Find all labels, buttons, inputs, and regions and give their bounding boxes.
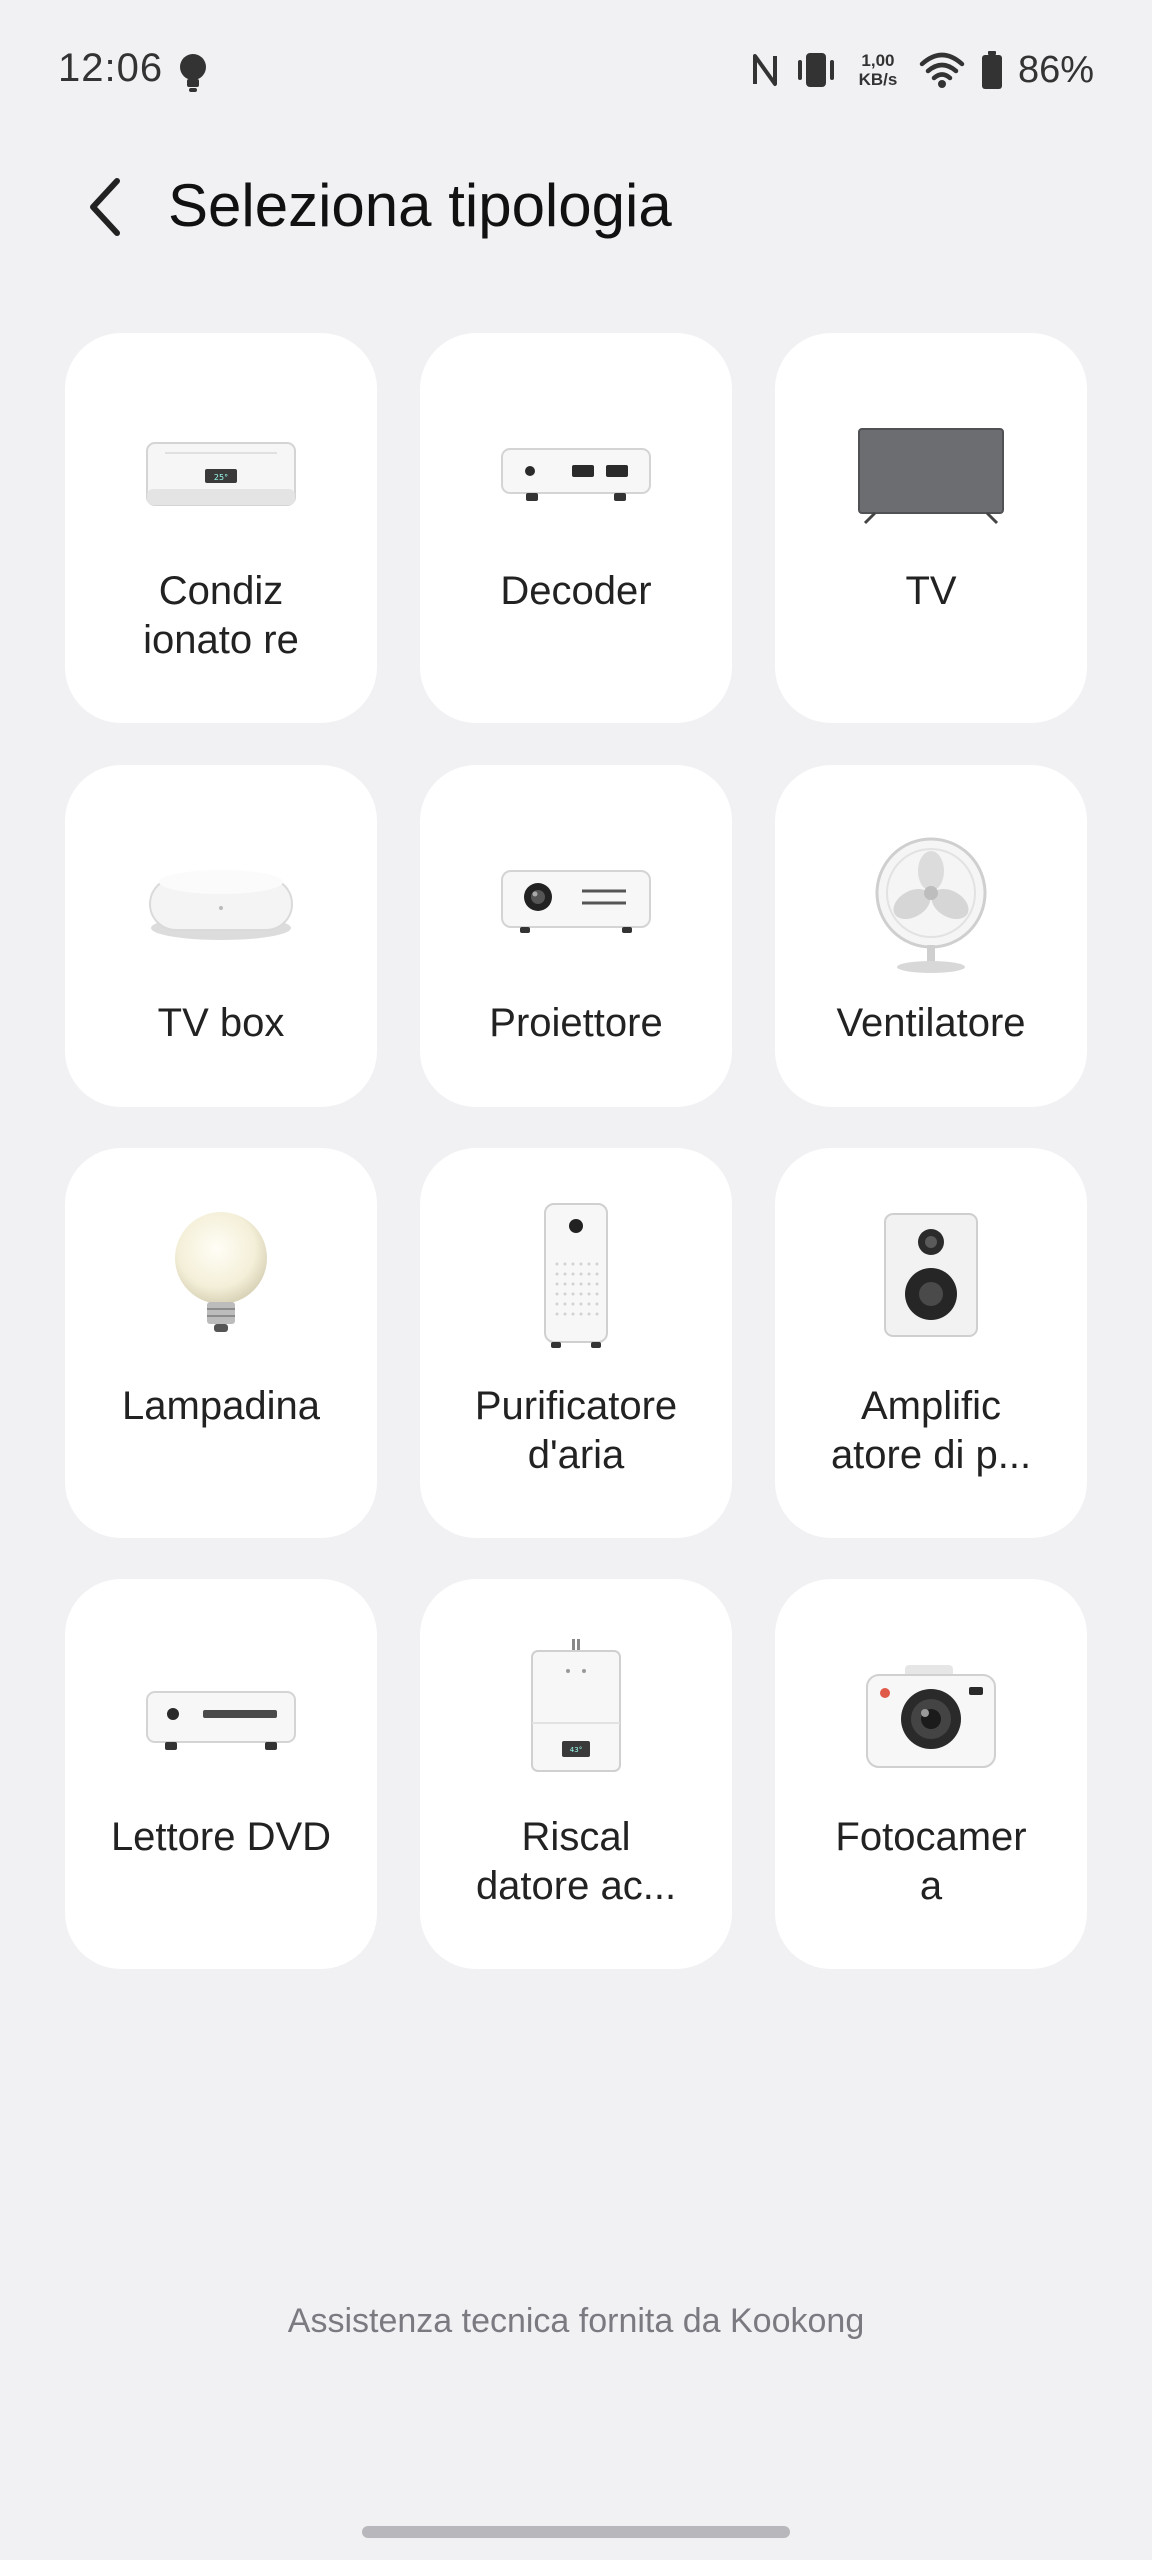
- svg-text:43°: 43°: [570, 1746, 582, 1754]
- svg-text:25°: 25°: [214, 473, 228, 482]
- footer-credit: Assistenza tecnica fornita da Kookong: [287, 2302, 865, 2340]
- air-purifier-icon: [544, 1203, 608, 1348]
- chevron-left-icon: [90, 178, 120, 236]
- battery-percent: 86%: [1017, 48, 1094, 91]
- projector-icon: [501, 870, 651, 933]
- home-indicator[interactable]: [362, 2526, 790, 2538]
- bulb-icon: [180, 54, 206, 92]
- device-card-label: Ventilatore: [836, 1001, 1026, 1045]
- device-card-label: Purificatore d'aria: [474, 1384, 678, 1477]
- device-card-speaker[interactable]: Amplific atore di p...: [775, 1148, 1087, 1538]
- device-card-water-heater[interactable]: 43° Riscal datore ac...: [420, 1579, 732, 1969]
- device-card-label: TV box: [157, 1001, 285, 1045]
- device-card-label: Lettore DVD: [110, 1815, 332, 1859]
- nfc-icon: [752, 54, 777, 86]
- air-conditioner-icon: 25°: [146, 442, 296, 506]
- dvd-player-icon: [146, 1691, 296, 1750]
- back-button[interactable]: [70, 172, 140, 242]
- status-icons: 1,00 KB/s 86%: [750, 44, 1094, 96]
- network-speed: 1,00 KB/s: [852, 51, 904, 89]
- header: Seleziona tipologia: [0, 140, 1152, 270]
- device-card-light-bulb[interactable]: Lampadina: [65, 1148, 377, 1538]
- status-time: 12:06: [58, 46, 164, 90]
- decoder-icon: [501, 448, 651, 501]
- fan-icon: [875, 837, 987, 973]
- network-speed-unit: KB/s: [858, 70, 898, 89]
- device-card-label: Riscal datore ac...: [475, 1815, 677, 1908]
- wifi-icon: [919, 52, 965, 88]
- device-card-label: Lampadina: [122, 1384, 320, 1428]
- device-card-dvd-player[interactable]: Lettore DVD: [65, 1579, 377, 1969]
- page-title: Seleziona tipologia: [168, 172, 672, 239]
- light-bulb-icon: [175, 1212, 267, 1332]
- tv-icon: [858, 428, 1004, 525]
- device-card-air-purifier[interactable]: Purificatore d'aria: [420, 1148, 732, 1538]
- camera-icon: [866, 1665, 996, 1768]
- device-card-tv[interactable]: TV: [775, 333, 1087, 723]
- device-card-air-conditioner[interactable]: 25° Condiz ionato re: [65, 333, 377, 723]
- device-card-label: Condiz ionato re: [143, 569, 299, 662]
- device-card-label: TV: [905, 569, 957, 613]
- device-card-label: Fotocamer a: [835, 1815, 1027, 1908]
- device-card-fan[interactable]: Ventilatore: [775, 765, 1087, 1107]
- device-card-label: Proiettore: [489, 1001, 663, 1045]
- status-bar: 12:06 1,00 KB/s 86%: [0, 0, 1152, 140]
- vibrate-icon: [797, 53, 834, 87]
- tv-box-icon: [149, 870, 293, 940]
- device-card-camera[interactable]: Fotocamer a: [775, 1579, 1087, 1969]
- device-card-projector[interactable]: Proiettore: [420, 765, 732, 1107]
- device-card-label: Decoder: [500, 569, 652, 613]
- water-heater-icon: 43°: [531, 1639, 621, 1772]
- device-card-label: Amplific atore di p...: [830, 1384, 1032, 1477]
- speaker-icon: [884, 1213, 978, 1337]
- battery-icon: [981, 51, 1002, 89]
- network-speed-value: 1,00: [861, 51, 895, 70]
- device-card-tv-box[interactable]: TV box: [65, 765, 377, 1107]
- device-card-decoder[interactable]: Decoder: [420, 333, 732, 723]
